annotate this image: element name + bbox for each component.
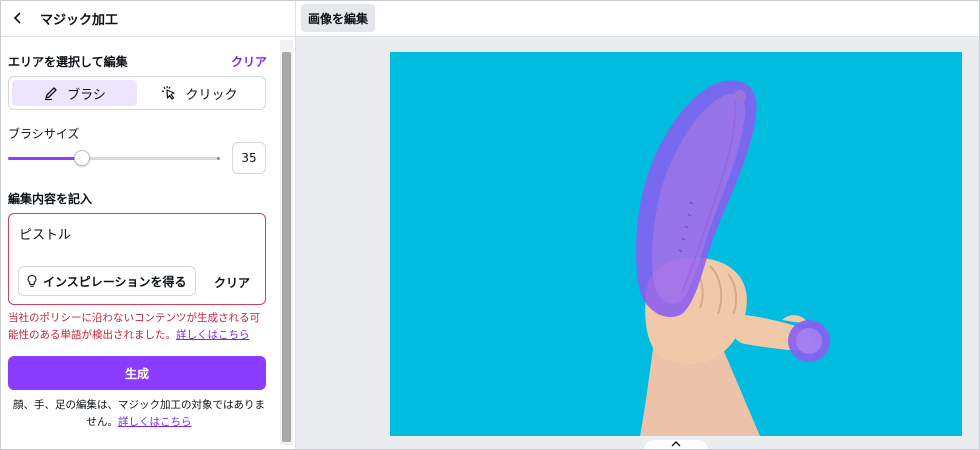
window-frame <box>0 0 980 450</box>
